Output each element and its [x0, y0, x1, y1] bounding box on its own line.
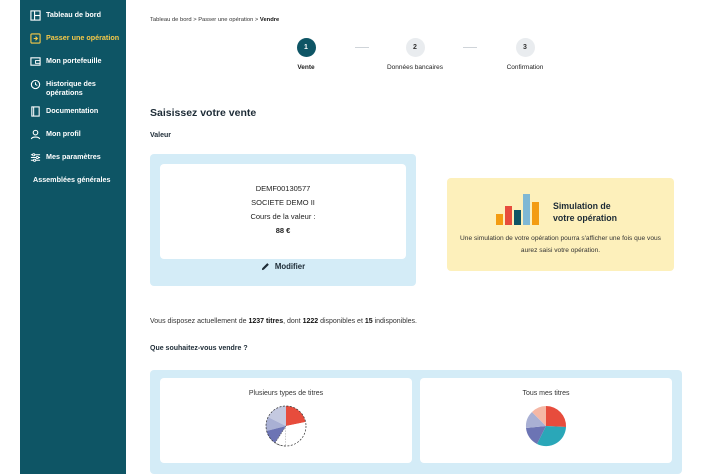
step-label: Vente [297, 64, 315, 71]
step-number: 2 [405, 38, 425, 57]
valeur-price: 88 € [275, 226, 291, 235]
holdings-suffix: indisponibles. [372, 318, 418, 325]
simulation-panel: Simulation de votre opération Une simula… [447, 178, 674, 271]
step-vente: 1 Vente [271, 38, 341, 72]
book-icon [30, 106, 41, 117]
step-label: Confirmation [506, 64, 544, 71]
step-connector [355, 47, 369, 48]
sidebar-item-order[interactable]: Passer une opération [20, 33, 126, 47]
wallet-icon [30, 56, 41, 67]
choice-label: Plusieurs types de titres [248, 390, 324, 397]
sidebar: Tableau de bord Passer une opération Mon… [20, 0, 126, 474]
step-label: Données bancaires [386, 64, 443, 71]
sidebar-item-label: Passer une opération [46, 33, 120, 42]
step-bank-data: 2 Données bancaires [380, 38, 450, 72]
breadcrumb: Tableau de bord > Passer une opération >… [150, 17, 279, 23]
step-number: 1 [296, 38, 316, 57]
sidebar-item-profile[interactable]: Mon profil [20, 129, 126, 143]
sidebar-item-documentation[interactable]: Documentation [20, 106, 126, 120]
settings-icon [30, 152, 41, 163]
holdings-info: Vous disposez actuellement de 1237 titre… [150, 318, 417, 325]
sidebar-item-settings[interactable]: Mes paramètres [20, 152, 126, 166]
sidebar-item-label: Mon profil [46, 129, 81, 138]
breadcrumb-link-dashboard[interactable]: Tableau de bord [150, 17, 192, 23]
step-number: 3 [515, 38, 535, 57]
sidebar-item-label: Assemblées générales [33, 175, 111, 184]
valeur-price-label: Cours de la valeur : [250, 212, 316, 221]
bar-chart-icon [496, 194, 539, 225]
holdings-total: 1237 titres [248, 318, 284, 325]
breadcrumb-separator: > [253, 17, 260, 23]
breadcrumb-current: Vendre [259, 17, 280, 23]
simulation-description: Une simulation de votre opération pourra… [460, 235, 661, 254]
sidebar-item-label: Tableau de bord [46, 10, 101, 19]
main-content: Tableau de bord > Passer une opération >… [150, 0, 690, 474]
valeur-code: DEMF00130577 [255, 184, 311, 193]
user-icon [30, 129, 41, 140]
order-icon [30, 33, 41, 44]
modify-label: Modifier [274, 262, 306, 271]
page-title: Saisissez votre vente [150, 107, 257, 119]
step-connector [463, 47, 477, 48]
holdings-available: 1222 [302, 318, 319, 325]
sidebar-item-dashboard[interactable]: Tableau de bord [20, 10, 126, 24]
holdings-prefix: Vous disposez actuellement de [150, 318, 249, 325]
sidebar-item-label: Mes paramètres [46, 152, 101, 161]
modify-button[interactable]: Modifier [150, 262, 416, 271]
valeur-panel: DEMF00130577 SOCIETE DEMO II Cours de la… [150, 154, 416, 286]
sidebar-item-label: Mon portefeuille [46, 56, 102, 65]
history-icon [30, 79, 41, 90]
simulation-title-line: votre opération [553, 213, 618, 223]
simulation-title: Simulation de votre opération [553, 200, 617, 224]
holdings-middle2: disponibles et [318, 318, 365, 325]
partial-pie-icon [265, 405, 307, 447]
choice-label: Tous mes titres [522, 390, 570, 397]
valeur-label: Valeur [150, 132, 172, 139]
sell-question: Que souhaitez-vous vendre ? [150, 345, 248, 352]
sidebar-item-history[interactable]: Historique des opérations [20, 79, 126, 97]
sidebar-item-assemblies[interactable]: Assemblées générales [20, 175, 126, 189]
valeur-name: SOCIETE DEMO II [251, 198, 315, 207]
holdings-unavailable: 15 [364, 318, 373, 325]
step-confirmation: 3 Confirmation [490, 38, 560, 72]
sidebar-item-label: Historique des opérations [46, 79, 96, 97]
valeur-card: DEMF00130577 SOCIETE DEMO II Cours de la… [160, 164, 406, 259]
sidebar-item-wallet[interactable]: Mon portefeuille [20, 56, 126, 70]
pencil-icon [261, 263, 269, 271]
stepper: 1 Vente 2 Données bancaires 3 Confirmati… [150, 38, 690, 88]
choice-multiple-types[interactable]: Plusieurs types de titres [160, 378, 412, 463]
breadcrumb-link-order[interactable]: Passer une opération [198, 17, 253, 23]
sell-choices-panel: Plusieurs types de titres Tous mes titre… [150, 370, 682, 474]
choice-all-titles[interactable]: Tous mes titres [420, 378, 672, 463]
holdings-middle: , dont [283, 318, 303, 325]
full-pie-icon [525, 405, 567, 447]
sidebar-item-label: Documentation [46, 106, 99, 115]
simulation-title-line: Simulation de [553, 201, 611, 211]
dashboard-icon [30, 10, 41, 21]
